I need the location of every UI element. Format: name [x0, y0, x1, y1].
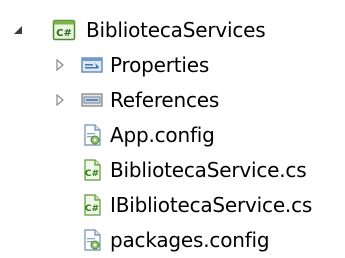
tree-item-references[interactable]: References — [0, 82, 345, 118]
csharp-file-icon: C# — [80, 193, 104, 217]
tree-item-packages-config[interactable]: packages.config — [0, 222, 345, 258]
item-label: Properties — [110, 53, 210, 77]
tree-item-project[interactable]: C# BibliotecaServices — [0, 12, 345, 48]
item-label: packages.config — [110, 228, 270, 252]
csharp-project-icon: C# — [52, 18, 76, 42]
svg-text:C#: C# — [56, 28, 72, 39]
item-label: References — [110, 88, 220, 112]
tree-item-biblioteca-service-cs[interactable]: C# BibliotecaService.cs — [0, 152, 345, 188]
item-label: App.config — [110, 123, 215, 147]
properties-icon — [80, 53, 104, 77]
references-icon — [80, 88, 104, 112]
item-label: IBibliotecaService.cs — [110, 193, 313, 217]
expanded-arrow-icon[interactable] — [10, 22, 26, 38]
svg-text:C#: C# — [85, 169, 99, 179]
config-file-icon — [80, 228, 104, 252]
tree-item-app-config[interactable]: App.config — [0, 117, 345, 153]
csharp-file-icon: C# — [80, 158, 104, 182]
collapsed-arrow-icon[interactable] — [52, 57, 68, 73]
collapsed-arrow-icon[interactable] — [52, 92, 68, 108]
svg-text:C#: C# — [85, 204, 99, 214]
tree-item-ibiblioteca-service-cs[interactable]: C# IBibliotecaService.cs — [0, 187, 345, 223]
solution-explorer-tree: C# BibliotecaServices Properties Referen… — [0, 0, 345, 257]
item-label: BibliotecaService.cs — [110, 158, 307, 182]
project-label: BibliotecaServices — [86, 18, 266, 42]
tree-item-properties[interactable]: Properties — [0, 47, 345, 83]
config-file-icon — [80, 123, 104, 147]
